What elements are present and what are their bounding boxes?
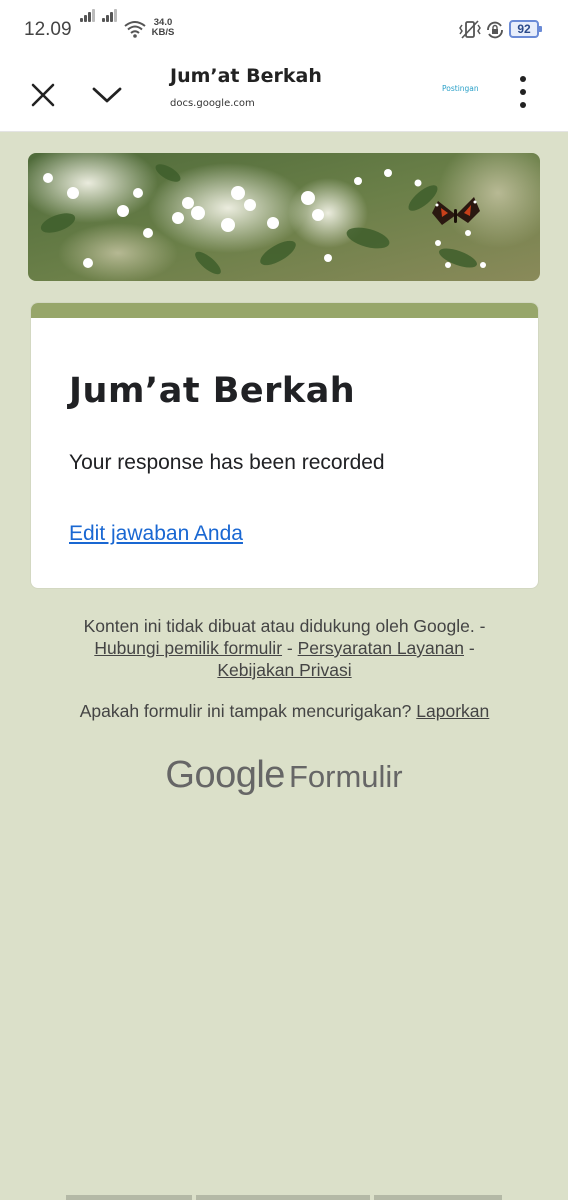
forms-wordmark: Formulir xyxy=(288,759,403,794)
form-title: Jum’at Berkah xyxy=(69,371,356,411)
close-button[interactable] xyxy=(20,72,66,118)
nav-hint-bar xyxy=(196,1195,370,1200)
battery-indicator: 92 xyxy=(509,20,542,38)
forms-footer: Konten ini tidak dibuat atau didukung ol… xyxy=(30,615,539,722)
collapse-button[interactable] xyxy=(84,72,130,118)
contact-owner-link[interactable]: Hubungi pemilik formulir xyxy=(94,638,282,658)
disclaimer-block: Konten ini tidak dibuat atau didukung ol… xyxy=(30,615,539,681)
postingan-link[interactable]: Postingan xyxy=(442,84,479,93)
confirmation-card: Jum’at Berkah Your response has been rec… xyxy=(30,302,539,589)
close-icon xyxy=(31,83,55,107)
suspicious-question: Apakah formulir ini tampak mencurigakan? xyxy=(79,701,412,721)
google-forms-logo: Google Formulir xyxy=(0,754,568,797)
response-recorded-message: Your response has been recorded xyxy=(69,451,385,474)
footer-separator: - xyxy=(286,638,293,658)
toolbar-page-title: Jum’at Berkah xyxy=(170,65,322,87)
toolbar-url[interactable]: docs.google.com xyxy=(170,98,255,109)
more-menu-button[interactable] xyxy=(510,72,536,118)
browser-toolbar: Jum’at Berkah docs.google.com Postingan xyxy=(0,62,568,132)
rotation-lock-icon xyxy=(487,21,503,39)
flower-banner-illustration xyxy=(28,153,540,281)
form-header-image xyxy=(28,153,540,281)
footer-separator: - xyxy=(479,616,486,636)
terms-of-service-link[interactable]: Persyaratan Layanan xyxy=(298,638,464,658)
nav-hint-bar xyxy=(374,1195,502,1200)
footer-separator: - xyxy=(468,638,475,658)
chevron-down-icon xyxy=(92,87,122,103)
edit-response-link[interactable]: Edit jawaban Anda xyxy=(69,522,243,546)
report-link[interactable]: Laporkan xyxy=(416,701,489,721)
privacy-policy-link[interactable]: Kebijakan Privasi xyxy=(217,660,351,680)
nav-hint-bar xyxy=(66,1195,192,1200)
report-block: Apakah formulir ini tampak mencurigakan?… xyxy=(30,700,539,722)
net-speed: 34.0 KB/S xyxy=(150,18,176,38)
status-bar: 12.09 34.0 KB/S 92 xyxy=(0,0,568,62)
status-time: 12.09 xyxy=(24,19,72,40)
net-speed-unit: KB/S xyxy=(151,27,175,38)
wifi-icon xyxy=(124,21,146,38)
google-wordmark: Google xyxy=(165,754,285,796)
card-accent-bar xyxy=(31,303,538,318)
disclaimer-text: Konten ini tidak dibuat atau didukung ol… xyxy=(83,616,475,636)
vibrate-icon xyxy=(459,20,481,39)
